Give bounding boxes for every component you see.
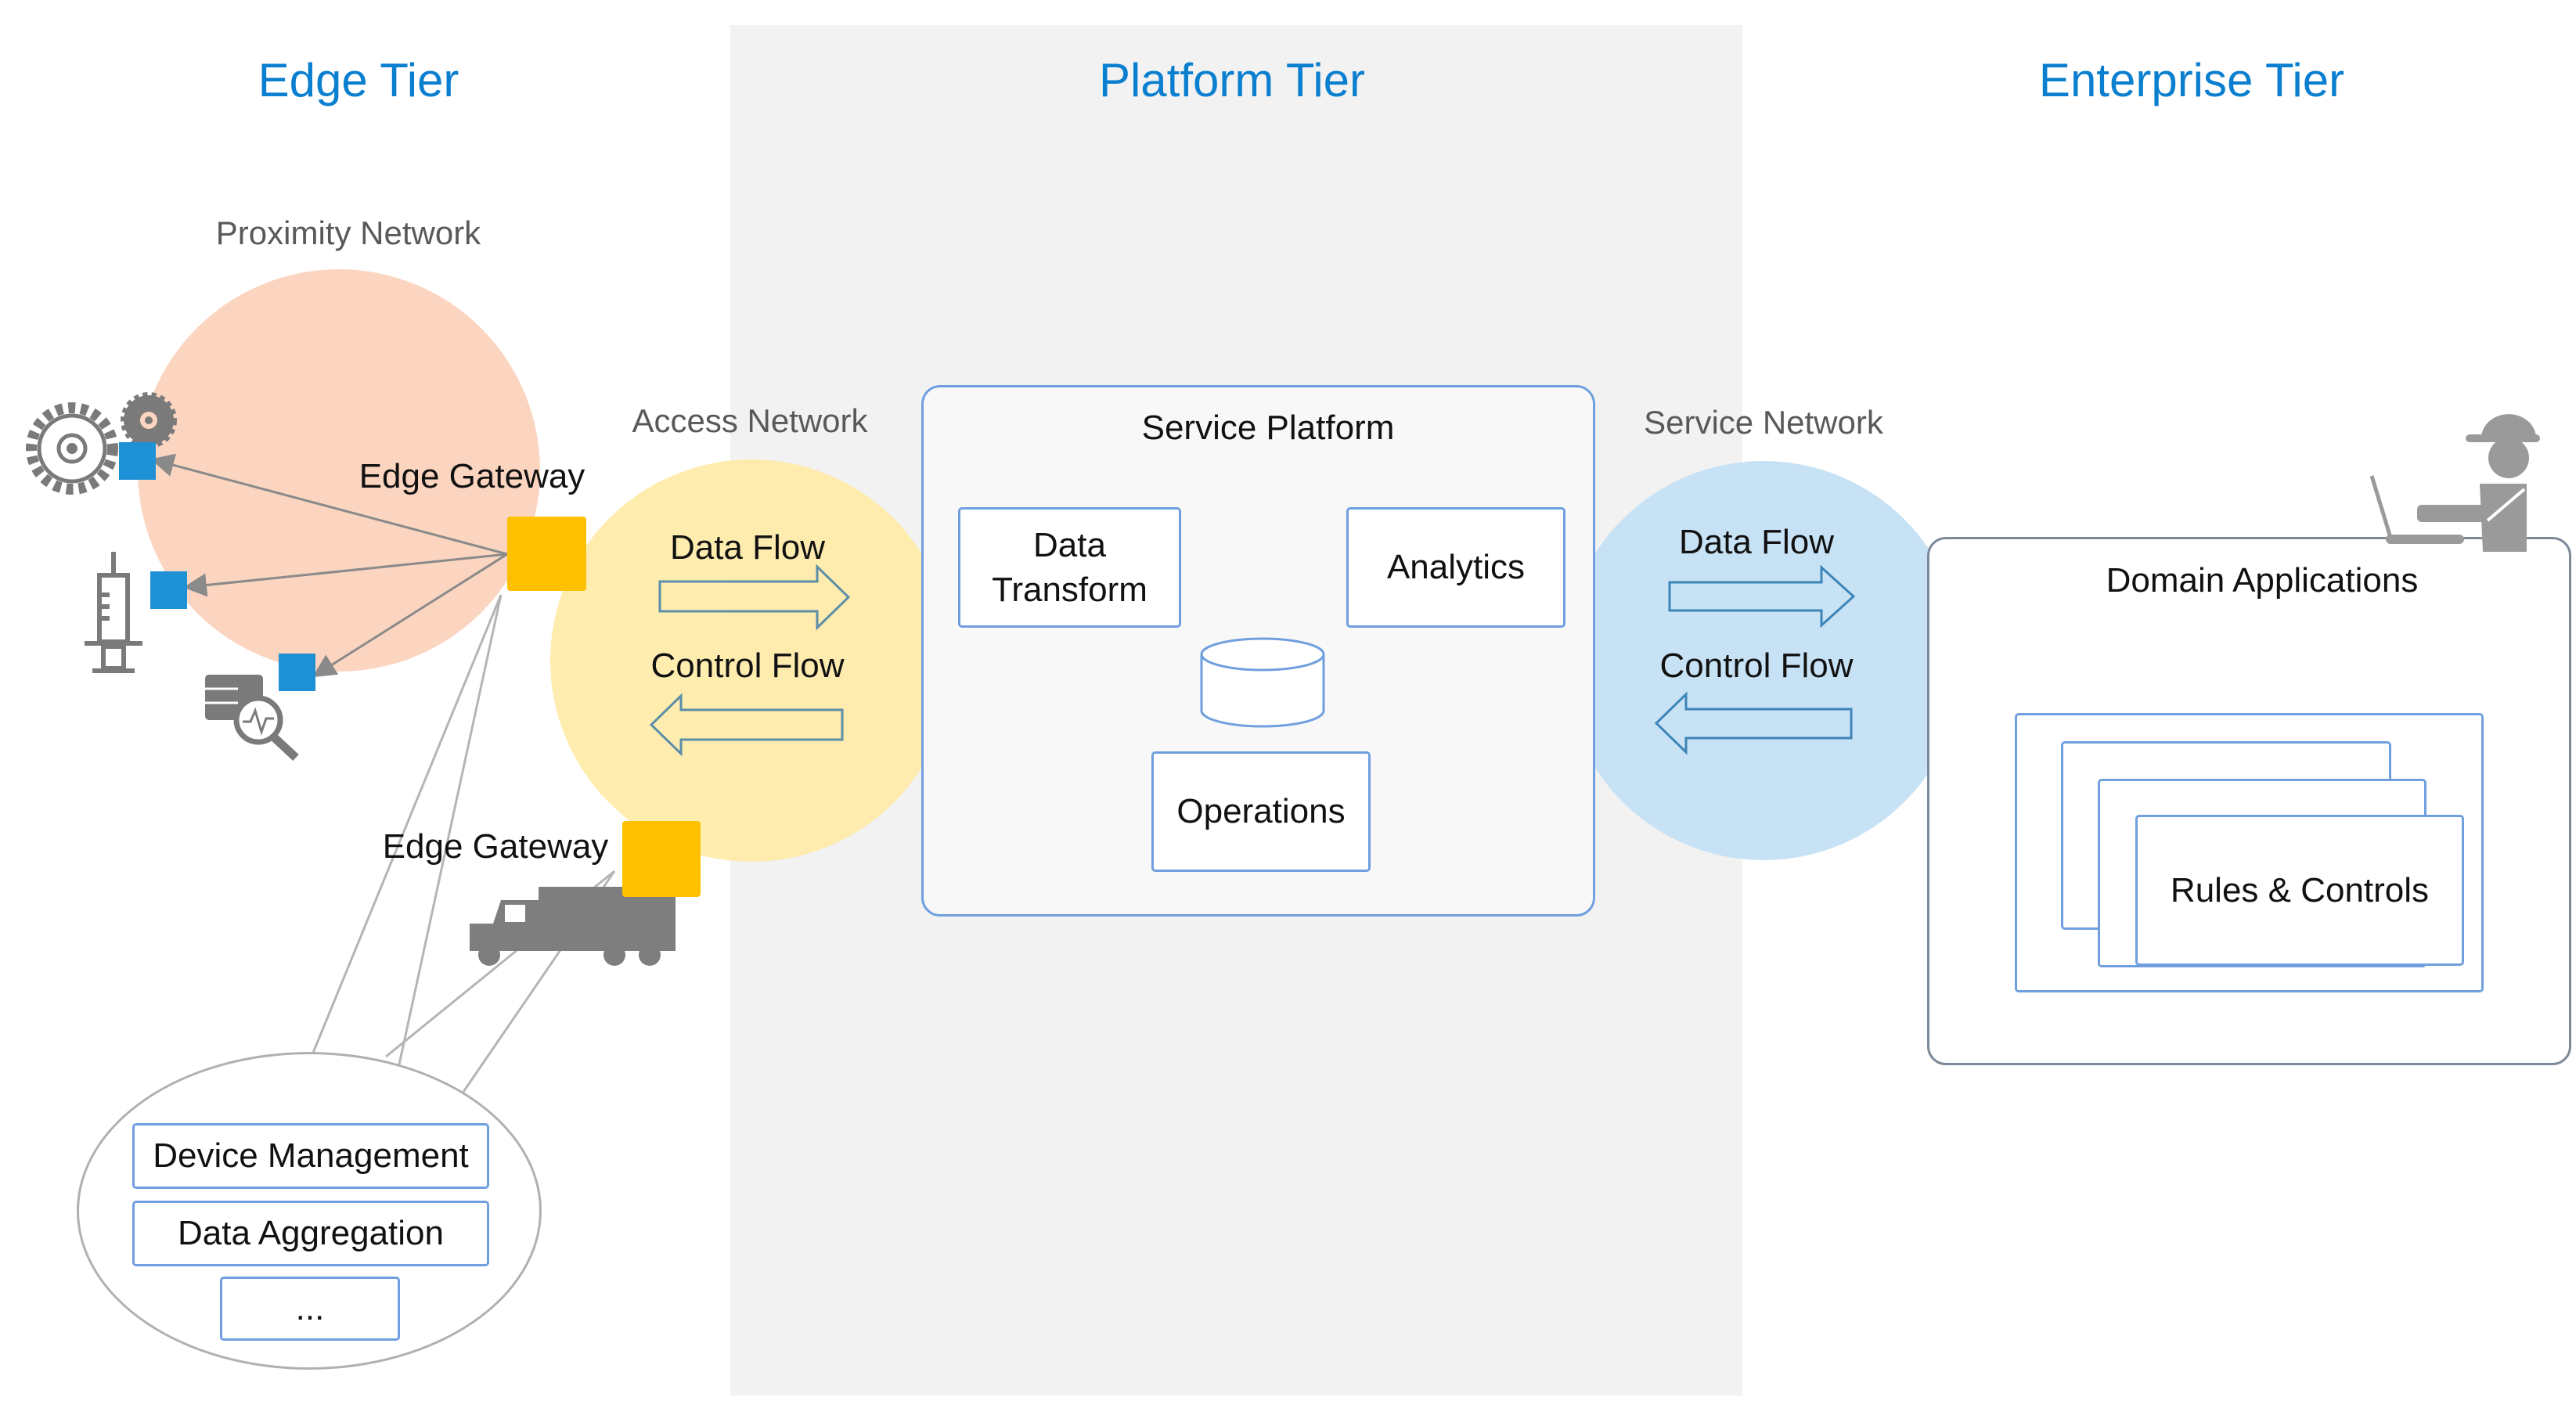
access-control-flow-label: Control Flow [650, 646, 845, 685]
access-network-label: Access Network [632, 402, 868, 439]
edge-gateway-2 [622, 821, 701, 897]
edge-gateway-2-label: Edge Gateway [382, 827, 609, 866]
truck-icon [470, 887, 676, 966]
device-management-box: Device Management [132, 1123, 489, 1189]
callout-line [385, 870, 615, 1058]
device-sensor-2 [150, 571, 187, 609]
edge-gateway-1-label: Edge Gateway [358, 457, 585, 495]
service-platform-title: Service Platform [1141, 409, 1395, 447]
data-transform-box: Data Transform [958, 507, 1181, 628]
analytics-box: Analytics [1346, 507, 1565, 628]
more-functions-box: ... [220, 1277, 400, 1341]
operations-box: Operations [1151, 751, 1371, 872]
rules-controls-card: Rules & Controls [2135, 815, 2464, 966]
device-sensor-3 [279, 654, 315, 691]
edge-gateway-1 [507, 517, 586, 591]
service-control-flow-label: Control Flow [1659, 646, 1854, 685]
enterprise-tier-title: Enterprise Tier [2038, 54, 2345, 106]
platform-tier-title: Platform Tier [1098, 54, 1366, 106]
proximity-network-label: Proximity Network [215, 214, 481, 251]
device-sensor-1 [119, 442, 156, 480]
edge-tier-title: Edge Tier [258, 54, 459, 106]
service-data-flow-label: Data Flow [1678, 523, 1835, 561]
domain-applications-title: Domain Applications [2106, 561, 2419, 600]
service-network-label: Service Network [1644, 404, 1883, 441]
access-data-flow-label: Data Flow [669, 528, 826, 567]
data-aggregation-box: Data Aggregation [132, 1201, 489, 1266]
syringe-icon [85, 552, 142, 673]
callout-line [462, 870, 616, 1093]
